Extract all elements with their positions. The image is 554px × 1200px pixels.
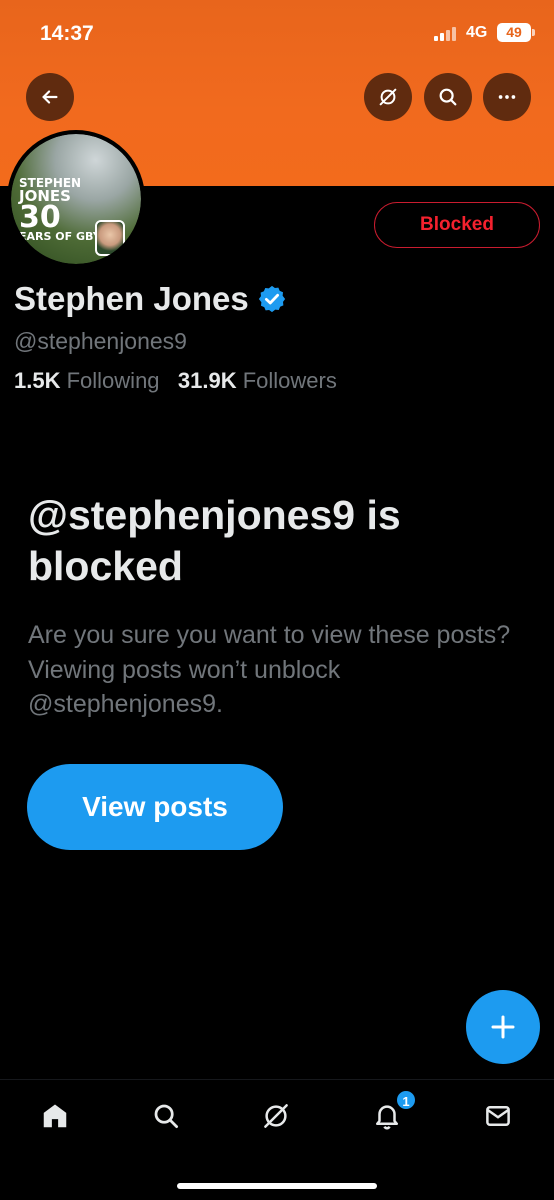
home-indicator	[177, 1183, 377, 1189]
blocked-button[interactable]: Blocked	[374, 202, 540, 248]
plus-icon	[491, 1015, 515, 1039]
mail-icon	[486, 1106, 510, 1126]
avatar-logo: STEPHEN JONES 30 EARS OF GBY	[19, 176, 101, 244]
follow-stats: 1.5K Following 31.9K Followers	[14, 368, 337, 394]
status-time: 14:37	[40, 22, 94, 45]
search-icon	[154, 1104, 178, 1128]
followers-label: Followers	[242, 368, 337, 393]
followers-count: 31.9K	[177, 368, 237, 393]
grok-slash-icon	[264, 1104, 288, 1128]
following-link[interactable]: 1.5K Following	[14, 368, 160, 393]
display-name: Stephen Jones	[14, 280, 287, 318]
blocked-title: @stephenjones9 is blocked	[28, 492, 401, 590]
grok-slash-icon	[379, 88, 397, 106]
more-button[interactable]	[483, 73, 531, 121]
tab-search[interactable]	[146, 1096, 186, 1136]
search-icon	[439, 88, 457, 106]
arrow-left-icon	[42, 90, 58, 104]
avatar-inset-portrait	[95, 220, 125, 256]
tab-home[interactable]	[35, 1096, 75, 1136]
profile-avatar[interactable]: STEPHEN JONES 30 EARS OF GBY	[7, 130, 145, 268]
verified-badge-icon[interactable]	[257, 284, 287, 314]
search-button[interactable]	[424, 73, 472, 121]
user-handle: @stephenjones9	[14, 328, 187, 354]
network-type: 4G	[466, 24, 488, 41]
notification-badge: 1	[395, 1089, 417, 1111]
back-button[interactable]	[26, 73, 74, 121]
following-count: 1.5K	[14, 368, 61, 393]
signal-icon	[434, 26, 456, 41]
grok-button[interactable]	[364, 73, 412, 121]
view-posts-button[interactable]: View posts	[27, 764, 283, 850]
status-bar: 14:37 4G 49	[0, 0, 554, 64]
home-icon	[43, 1104, 67, 1128]
display-name-text: Stephen Jones	[14, 280, 249, 317]
compose-fab[interactable]	[466, 990, 540, 1064]
tab-grok[interactable]	[256, 1096, 296, 1136]
battery-cap	[532, 29, 535, 36]
blocked-description: Are you sure you want to view these post…	[28, 621, 511, 718]
tab-messages[interactable]	[478, 1096, 518, 1136]
more-horizontal-icon	[498, 95, 516, 99]
battery-icon: 49	[497, 23, 531, 42]
followers-link[interactable]: 31.9K Followers	[178, 368, 337, 393]
following-label: Following	[66, 368, 160, 393]
